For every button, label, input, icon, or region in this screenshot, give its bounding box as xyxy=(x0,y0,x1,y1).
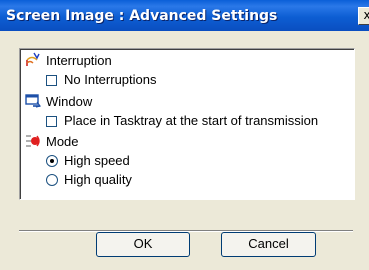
no-interruptions-label[interactable]: No Interruptions xyxy=(64,72,157,88)
high-quality-label[interactable]: High quality xyxy=(64,172,132,188)
tasktray-checkbox[interactable] xyxy=(46,116,57,127)
mode-label: Mode xyxy=(46,134,79,149)
mode-icon xyxy=(26,135,40,147)
tasktray-label[interactable]: Place in Tasktray at the start of transm… xyxy=(64,113,318,129)
window-icon xyxy=(25,94,41,108)
window-label: Window xyxy=(46,94,93,109)
title-bar[interactable]: Screen Image : Advanced Settings x xyxy=(0,0,369,31)
high-speed-label[interactable]: High speed xyxy=(64,153,130,169)
dialog-title: Screen Image : Advanced Settings xyxy=(6,8,278,24)
cancel-button[interactable]: Cancel xyxy=(221,232,316,257)
high-quality-radio[interactable] xyxy=(46,174,58,186)
ok-button[interactable]: OK xyxy=(96,232,190,257)
interruption-icon xyxy=(26,52,40,66)
interruption-label: Interruption xyxy=(46,53,112,68)
advanced-settings-dialog: Screen Image : Advanced Settings x Inter… xyxy=(0,0,369,270)
settings-panel: Interruption No Interruptions Window Pla… xyxy=(19,48,355,200)
close-button[interactable]: x xyxy=(358,7,369,25)
high-speed-radio[interactable] xyxy=(46,155,58,167)
no-interruptions-checkbox[interactable] xyxy=(46,75,57,86)
